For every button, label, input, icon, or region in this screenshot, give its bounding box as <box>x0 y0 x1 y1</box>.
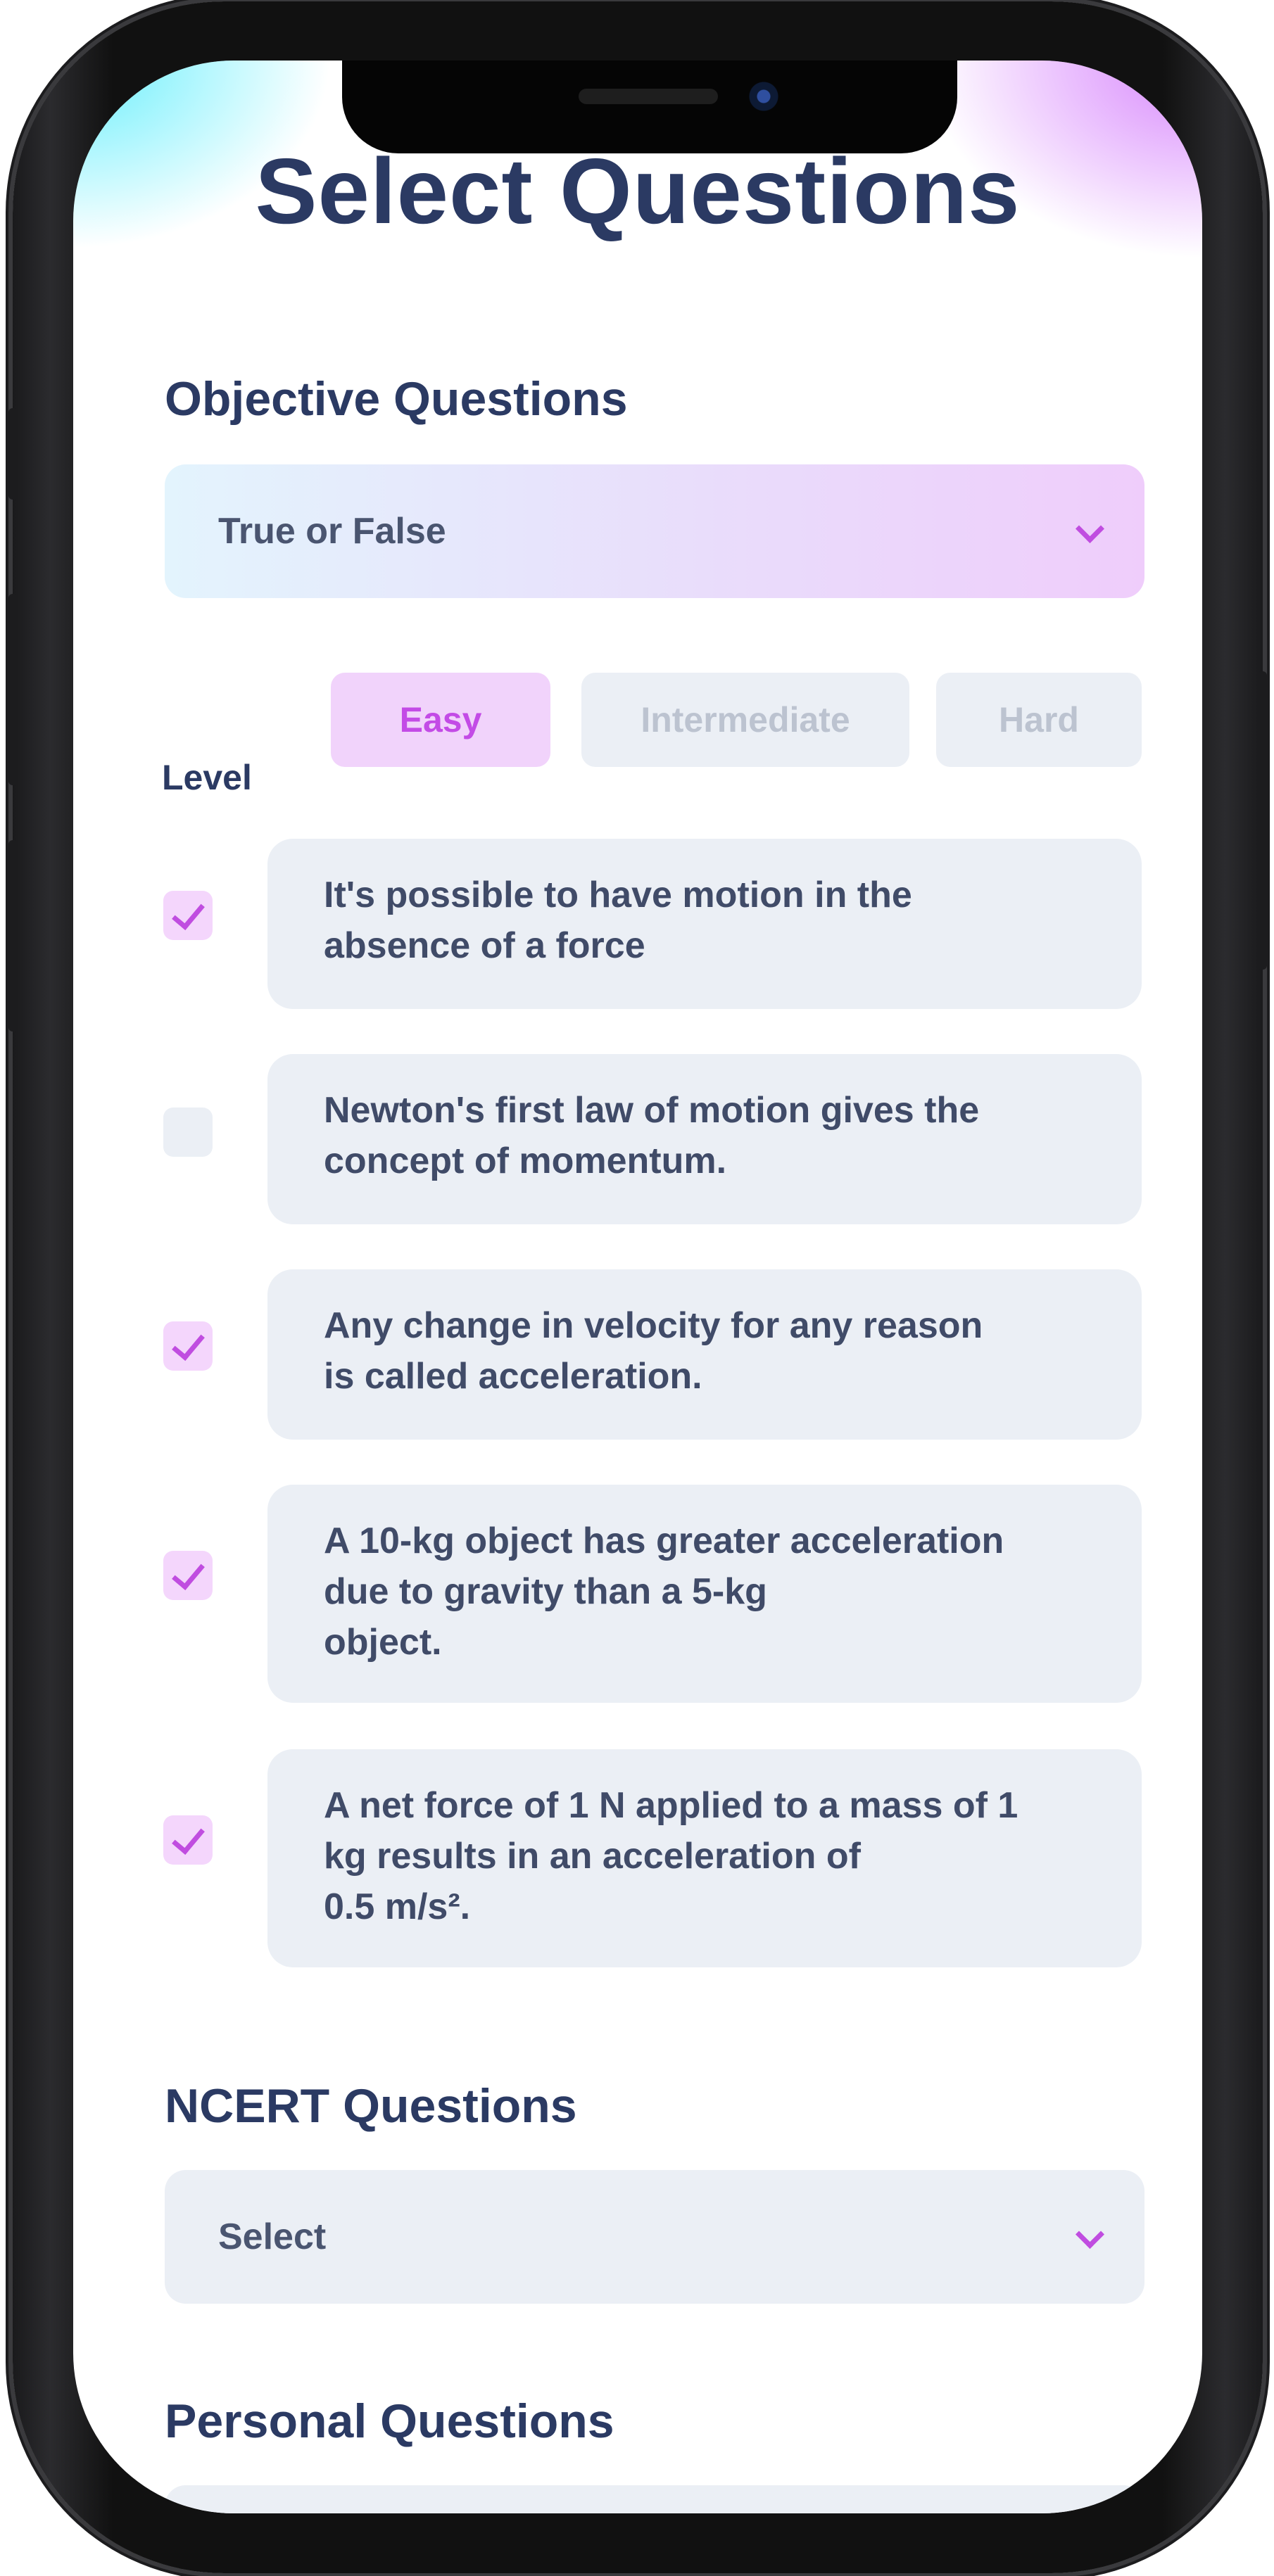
page-title: Select Questions <box>255 139 1021 243</box>
level-label: Level <box>162 758 252 797</box>
speaker-grille <box>579 89 718 104</box>
objective-type-dropdown[interactable]: True or False <box>165 464 1144 598</box>
objective-type-value: True or False <box>218 511 446 552</box>
question-1-checkbox[interactable] <box>163 891 213 940</box>
question-4-card[interactable]: A 10-kg object has greater acceleration … <box>267 1485 1142 1703</box>
level-hard-button[interactable]: Hard <box>936 673 1142 767</box>
phone-screen: Select Questions Objective Questions Tru… <box>73 61 1202 2513</box>
question-2-checkbox[interactable] <box>163 1108 213 1157</box>
question-1-card[interactable]: It's possible to have motion in the abse… <box>267 839 1142 1009</box>
volume-down-button <box>8 840 18 1032</box>
question-4-checkbox[interactable] <box>163 1551 213 1600</box>
personal-section-title: Personal Questions <box>165 2394 614 2448</box>
volume-up-button <box>8 594 18 785</box>
ncert-dropdown[interactable]: Select <box>165 2170 1144 2304</box>
question-3-checkbox[interactable] <box>163 1321 213 1371</box>
front-camera <box>748 80 780 113</box>
level-intermediate-button[interactable]: Intermediate <box>581 673 909 767</box>
question-5-checkbox[interactable] <box>163 1815 213 1865</box>
power-button <box>1257 671 1267 970</box>
phone-frame: Select Questions Objective Questions Tru… <box>8 1 1267 2573</box>
mute-switch <box>8 408 18 500</box>
select-questions-screen: Select Questions Objective Questions Tru… <box>73 61 1202 2513</box>
personal-dropdown[interactable] <box>165 2485 1144 2513</box>
question-5-card[interactable]: A net force of 1 N applied to a mass of … <box>267 1749 1142 1967</box>
question-2-card[interactable]: Newton's first law of motion gives the c… <box>267 1054 1142 1224</box>
ncert-section-title: NCERT Questions <box>165 2079 577 2133</box>
chevron-down-icon <box>1074 2223 1102 2251</box>
chevron-down-icon <box>1074 517 1102 545</box>
phone-notch <box>342 61 957 153</box>
question-3-card[interactable]: Any change in velocity for any reason is… <box>267 1269 1142 1440</box>
objective-section-title: Objective Questions <box>165 372 628 426</box>
ncert-dropdown-value: Select <box>218 2216 327 2257</box>
level-easy-button[interactable]: Easy <box>331 673 550 767</box>
